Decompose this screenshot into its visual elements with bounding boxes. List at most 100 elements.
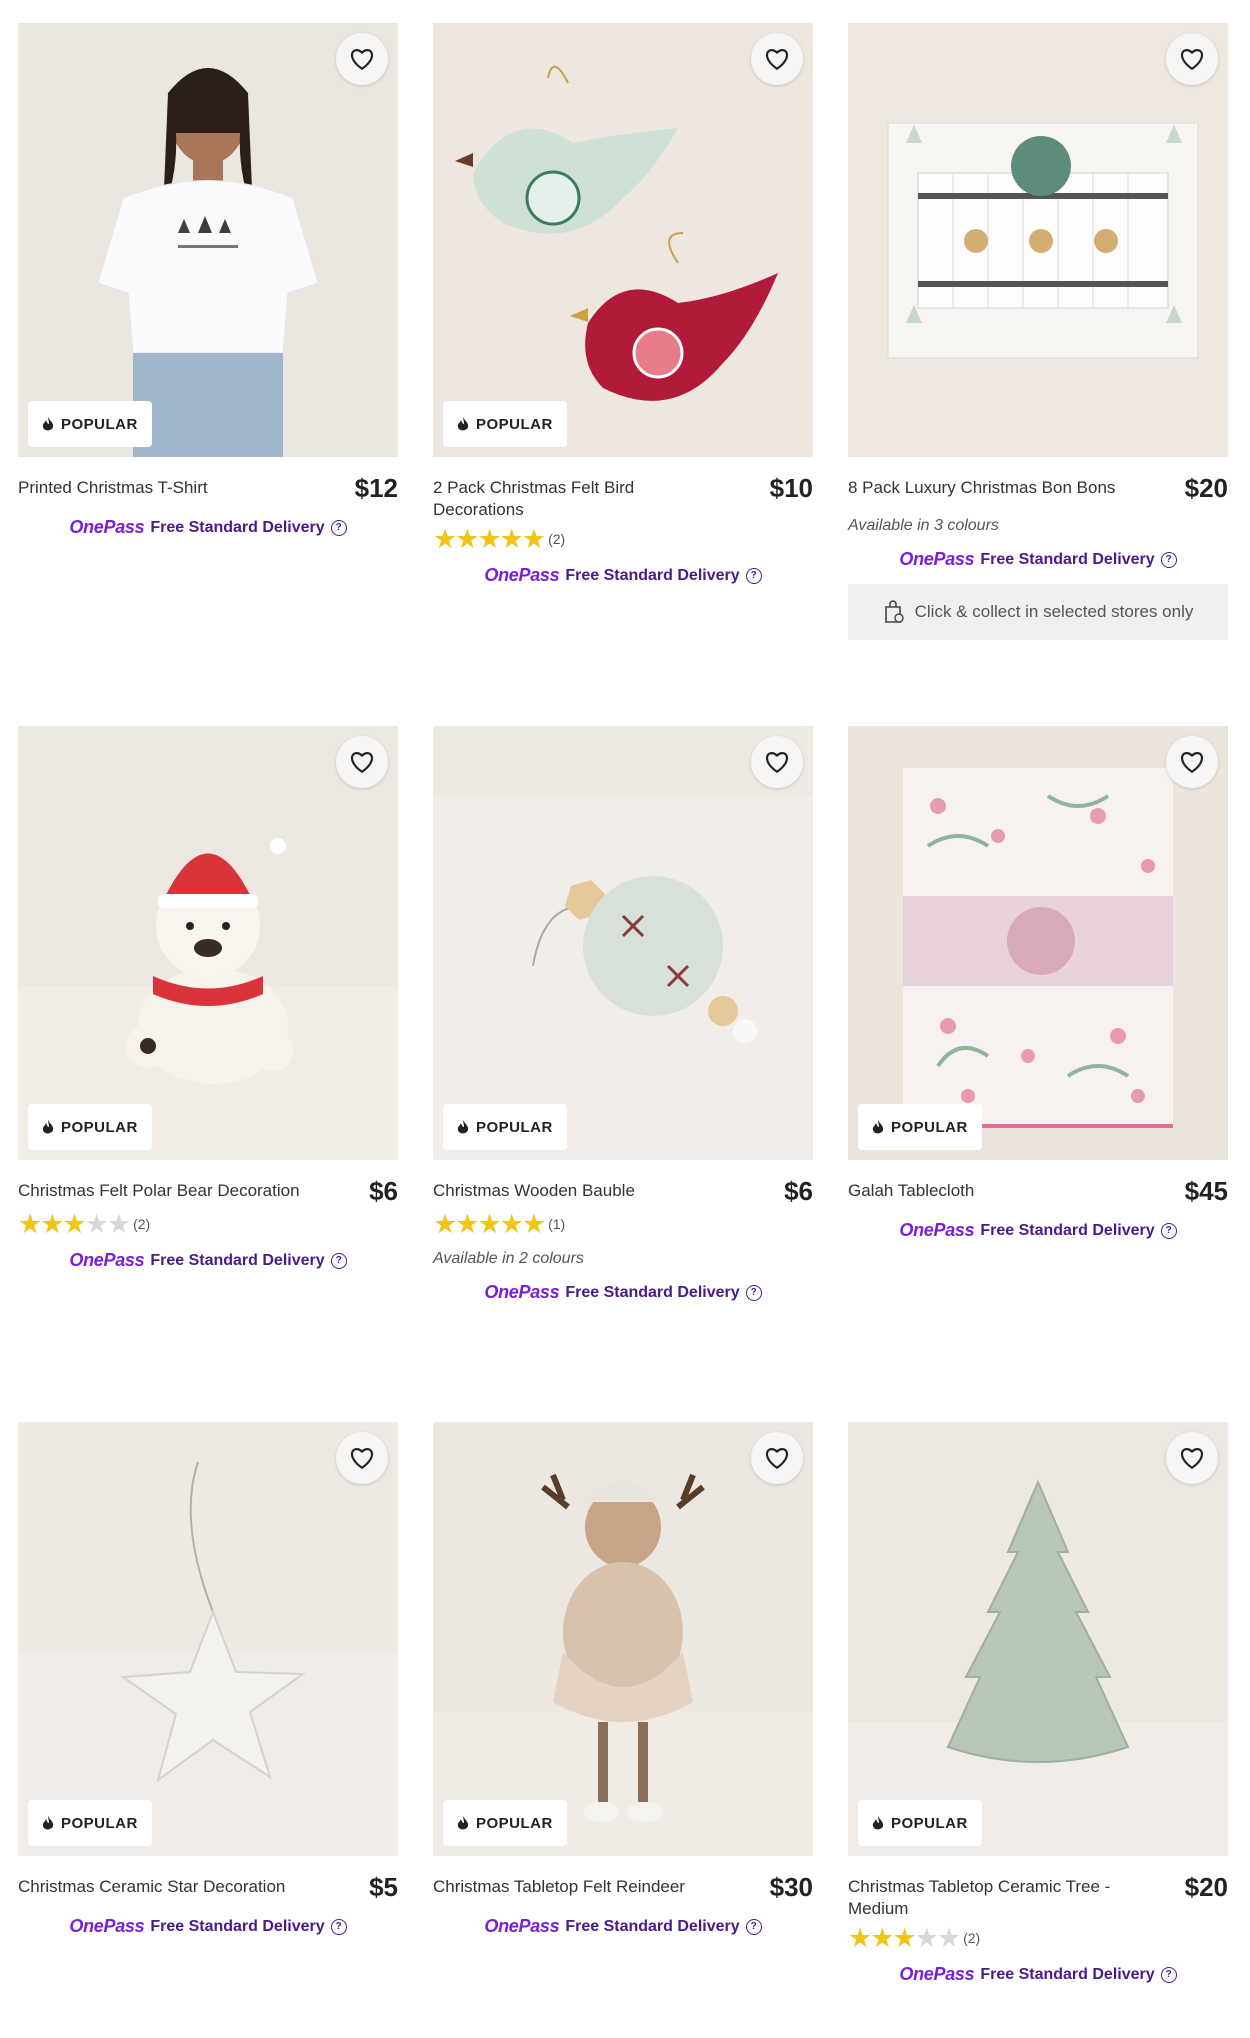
badge-label: POPULAR <box>891 1814 968 1832</box>
wishlist-button[interactable] <box>336 736 388 788</box>
wishlist-button[interactable] <box>751 33 803 85</box>
product-card[interactable]: POPULAR Christmas Ceramic Star Decoratio… <box>18 1422 398 1937</box>
popular-badge: POPULAR <box>28 1104 152 1150</box>
product-image[interactable] <box>848 23 1228 457</box>
store-bag-icon <box>884 600 904 623</box>
help-icon[interactable]: ? <box>745 1918 762 1935</box>
heart-icon <box>766 752 788 774</box>
product-card[interactable]: POPULAR Christmas Tabletop Ceramic Tree … <box>848 1422 1228 1985</box>
wishlist-button[interactable] <box>1166 33 1218 85</box>
product-card[interactable]: POPULAR Galah Tablecloth $45 OnePass Free… <box>848 726 1228 1241</box>
badge-label: POPULAR <box>61 415 138 433</box>
star-icon: ★ <box>433 524 457 554</box>
product-price: $12 <box>354 473 398 503</box>
flame-icon <box>457 416 469 430</box>
wishlist-button[interactable] <box>336 33 388 85</box>
colour-options[interactable]: Available in 2 colours <box>433 1250 813 1268</box>
product-price: $10 <box>769 473 813 503</box>
wooden-bauble-image <box>433 726 813 1160</box>
popular-badge: POPULAR <box>858 1800 982 1846</box>
product-name[interactable]: Christmas Wooden Bauble <box>433 1180 635 1202</box>
ceramic-star-image <box>18 1422 398 1856</box>
star-empty-icon: ★ <box>84 1209 109 1239</box>
star-icon: ★ <box>40 1209 64 1239</box>
product-image[interactable]: POPULAR <box>18 726 398 1160</box>
help-icon[interactable]: ? <box>1160 551 1177 568</box>
onepass-logo: OnePass <box>69 1916 145 1936</box>
product-price: $20 <box>1184 473 1228 503</box>
review-count[interactable]: (2) <box>133 1216 150 1232</box>
star-icon: ★ <box>521 1209 546 1239</box>
onepass-delivery: OnePass Free Standard Delivery? <box>18 1916 398 1937</box>
product-price: $45 <box>1184 1176 1228 1206</box>
product-image[interactable]: POPULAR <box>848 726 1228 1160</box>
onepass-delivery: OnePass Free Standard Delivery? <box>433 1916 813 1937</box>
product-name[interactable]: Printed Christmas T-Shirt <box>18 477 208 499</box>
felt-bird-image <box>433 23 813 457</box>
star-icon: ★ <box>455 1209 479 1239</box>
product-image[interactable]: POPULAR <box>848 1422 1228 1856</box>
rating-stars: ★ ★ ★ ★ ★ (1) <box>433 1209 813 1239</box>
help-icon[interactable]: ? <box>1160 1966 1177 1983</box>
onepass-logo: OnePass <box>484 1916 560 1936</box>
review-count[interactable]: (2) <box>548 531 565 547</box>
badge-label: POPULAR <box>476 415 553 433</box>
onepass-delivery: OnePass Free Standard Delivery? <box>18 1250 398 1271</box>
help-icon[interactable]: ? <box>1160 1222 1177 1239</box>
delivery-text: Free Standard Delivery <box>150 518 325 536</box>
wishlist-button[interactable] <box>336 1432 388 1484</box>
help-icon[interactable]: ? <box>330 1918 347 1935</box>
star-icon: ★ <box>892 1923 916 1953</box>
wishlist-button[interactable] <box>751 1432 803 1484</box>
product-image[interactable]: POPULAR <box>433 23 813 457</box>
star-icon: ★ <box>521 524 546 554</box>
heart-icon <box>351 752 373 774</box>
help-icon[interactable]: ? <box>745 567 762 584</box>
product-card[interactable]: POPULAR Christmas Felt Polar Bear Decora… <box>18 726 398 1271</box>
help-icon[interactable]: ? <box>330 519 347 536</box>
product-name[interactable]: 2 Pack Christmas Felt Bird Decorations <box>433 477 718 521</box>
flame-icon <box>457 1119 469 1133</box>
product-name[interactable]: Christmas Ceramic Star Decoration <box>18 1876 285 1898</box>
delivery-text: Free Standard Delivery <box>980 550 1155 568</box>
product-card[interactable]: POPULAR Christmas Wooden Bauble $6 ★ ★ ★ ★ ★… <box>433 726 813 1303</box>
wishlist-button[interactable] <box>1166 1432 1218 1484</box>
delivery-text: Free Standard Delivery <box>980 1221 1155 1239</box>
product-card[interactable]: POPULAR 2 Pack Christmas Felt Bird Decor… <box>433 23 813 586</box>
product-name[interactable]: 8 Pack Luxury Christmas Bon Bons <box>848 477 1115 499</box>
review-count[interactable]: (1) <box>548 1216 565 1232</box>
delivery-text: Free Standard Delivery <box>565 1917 740 1935</box>
product-image[interactable]: POPULAR <box>18 1422 398 1856</box>
delivery-text: Free Standard Delivery <box>565 566 740 584</box>
onepass-delivery: OnePass Free Standard Delivery? <box>848 1964 1228 1985</box>
felt-reindeer-image <box>433 1422 813 1856</box>
flame-icon <box>872 1119 884 1133</box>
badge-label: POPULAR <box>61 1814 138 1832</box>
product-name[interactable]: Christmas Felt Polar Bear Decoration <box>18 1180 300 1202</box>
product-name[interactable]: Galah Tablecloth <box>848 1180 974 1202</box>
colour-options[interactable]: Available in 3 colours <box>848 517 1228 535</box>
product-card[interactable]: POPULAR Printed Christmas T-Shirt $12 On… <box>18 23 398 538</box>
review-count[interactable]: (2) <box>963 1930 980 1946</box>
delivery-text: Free Standard Delivery <box>565 1283 740 1301</box>
product-price: $6 <box>369 1176 398 1206</box>
heart-icon <box>1181 752 1203 774</box>
delivery-text: Free Standard Delivery <box>150 1251 325 1269</box>
product-card[interactable]: POPULAR Christmas Tabletop Felt Reindeer… <box>433 1422 813 1937</box>
click-collect-text: Click & collect in selected stores only <box>914 602 1194 621</box>
help-icon[interactable]: ? <box>330 1252 347 1269</box>
flame-icon <box>42 1815 54 1829</box>
product-card[interactable]: 8 Pack Luxury Christmas Bon Bons $20 Ava… <box>848 23 1228 640</box>
onepass-logo: OnePass <box>899 1964 975 1984</box>
popular-badge: POPULAR <box>28 1800 152 1846</box>
product-image[interactable]: POPULAR <box>433 1422 813 1856</box>
product-image[interactable]: POPULAR <box>433 726 813 1160</box>
product-name[interactable]: Christmas Tabletop Felt Reindeer <box>433 1876 685 1898</box>
wishlist-button[interactable] <box>751 736 803 788</box>
product-name[interactable]: Christmas Tabletop Ceramic Tree - Medium <box>848 1876 1133 1920</box>
product-image[interactable]: POPULAR <box>18 23 398 457</box>
badge-label: POPULAR <box>476 1814 553 1832</box>
popular-badge: POPULAR <box>443 401 567 447</box>
help-icon[interactable]: ? <box>745 1284 762 1301</box>
wishlist-button[interactable] <box>1166 736 1218 788</box>
